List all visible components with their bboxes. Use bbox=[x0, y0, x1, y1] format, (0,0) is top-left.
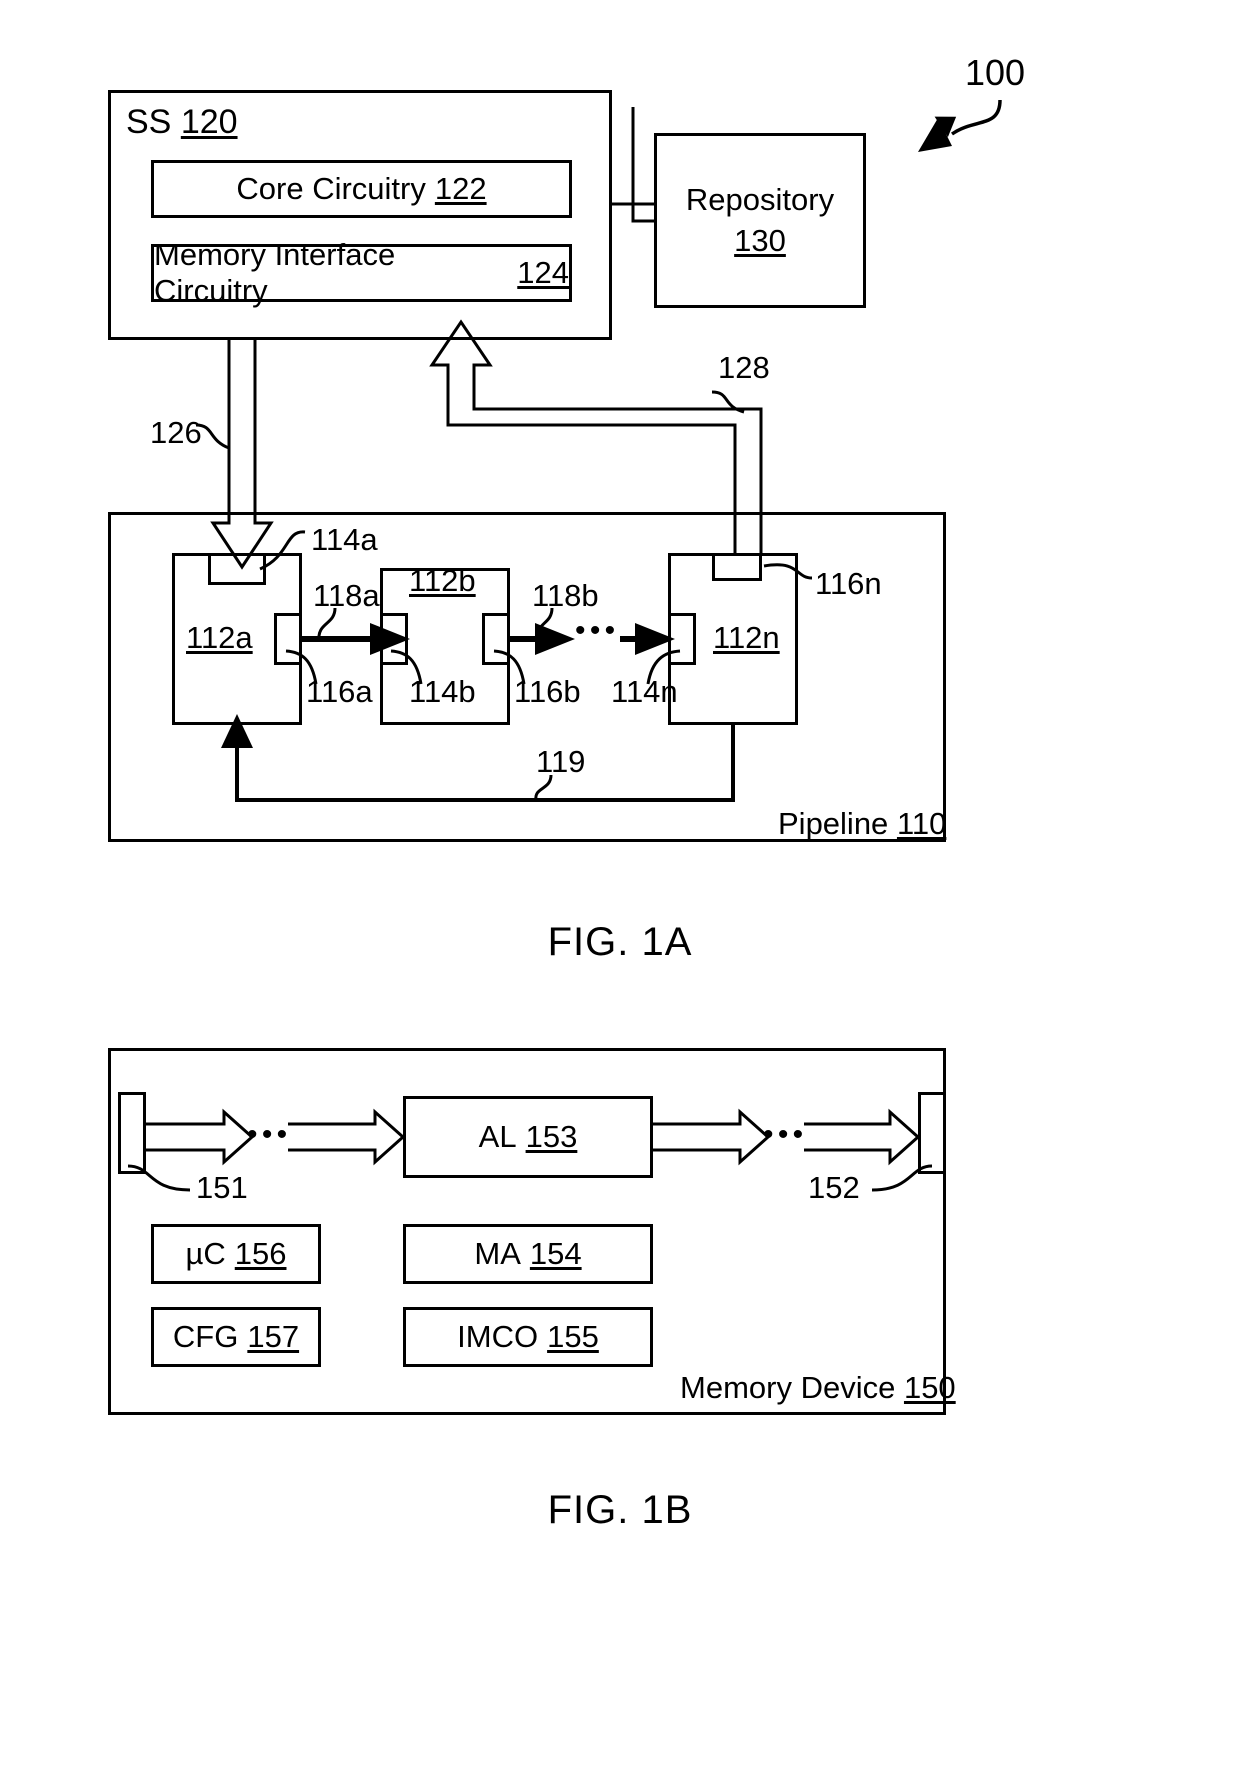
figure-1b: Memory Device 150 AL 153 µC 156 CFG 157 … bbox=[0, 1000, 1240, 1790]
fig1b-connectors bbox=[127, 1108, 933, 1192]
figure-1a: 100 SS 120 Core Circuitry 122 Memory Int… bbox=[0, 0, 1240, 1000]
figure-1a-caption: FIG. 1A bbox=[547, 920, 693, 964]
fig1a-connectors bbox=[195, 107, 813, 802]
figure-1b-caption: FIG. 1B bbox=[547, 1488, 693, 1532]
